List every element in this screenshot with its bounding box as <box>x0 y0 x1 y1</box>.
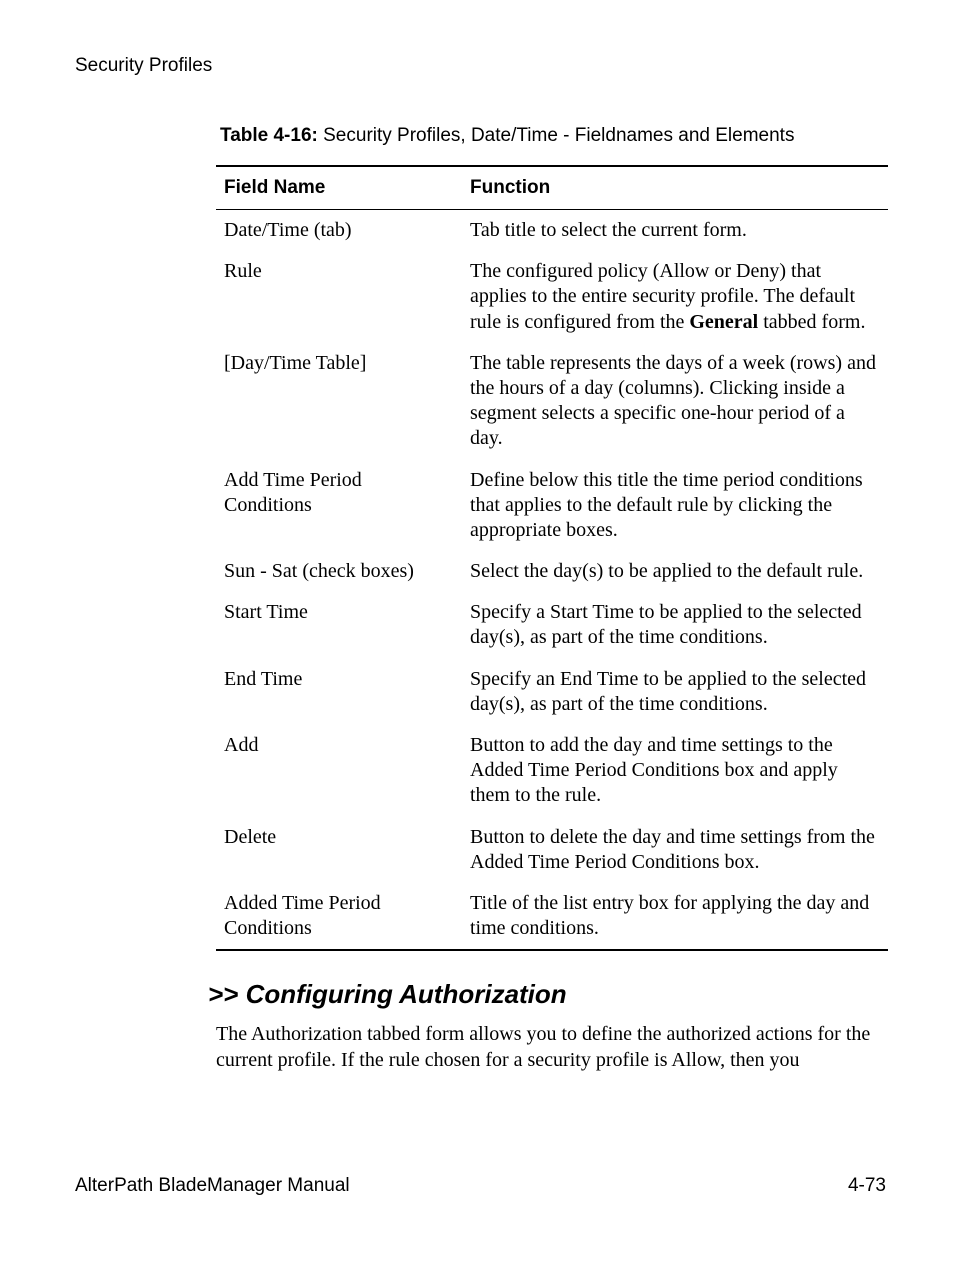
table-row: Add Button to add the day and time setti… <box>216 725 888 817</box>
function-cell: Title of the list entry box for applying… <box>462 883 888 950</box>
function-text-post: tabbed form. <box>758 311 865 333</box>
body-paragraph: The Authorization tabbed form allows you… <box>216 1022 888 1073</box>
function-cell: Button to add the day and time settings … <box>462 725 888 817</box>
table-row: Sun - Sat (check boxes) Select the day(s… <box>216 551 888 592</box>
table-row: Start Time Specify a Start Time to be ap… <box>216 592 888 658</box>
function-cell: Specify an End Time to be applied to the… <box>462 659 888 725</box>
fieldnames-table: Field Name Function Date/Time (tab) Tab … <box>216 165 888 951</box>
column-header-field: Field Name <box>216 166 462 210</box>
field-cell: Add Time Period Conditions <box>216 460 462 552</box>
footer-left: AlterPath BladeManager Manual <box>75 1175 350 1197</box>
table-row: Rule The configured policy (Allow or Den… <box>216 251 888 343</box>
function-cell: The table represents the days of a week … <box>462 343 888 460</box>
field-cell: Sun - Sat (check boxes) <box>216 551 462 592</box>
column-header-function: Function <box>462 166 888 210</box>
table-caption-text: Security Profiles, Date/Time - Fieldname… <box>318 125 795 146</box>
function-cell: The configured policy (Allow or Deny) th… <box>462 251 888 343</box>
table-row: [Day/Time Table] The table represents th… <box>216 343 888 460</box>
table-row: Delete Button to delete the day and time… <box>216 817 888 883</box>
page-footer: AlterPath BladeManager Manual 4-73 <box>75 1175 886 1197</box>
field-cell: Start Time <box>216 592 462 658</box>
field-cell: [Day/Time Table] <box>216 343 462 460</box>
function-cell: Select the day(s) to be applied to the d… <box>462 551 888 592</box>
section-heading: >> Configuring Authorization <box>208 979 888 1010</box>
function-cell: Define below this title the time period … <box>462 460 888 552</box>
table-row: Date/Time (tab) Tab title to select the … <box>216 210 888 252</box>
field-cell: Delete <box>216 817 462 883</box>
table-row: Added Time Period Conditions Title of th… <box>216 883 888 950</box>
table-caption-label: Table 4-16: <box>220 125 318 146</box>
field-cell: Added Time Period Conditions <box>216 883 462 950</box>
page-header: Security Profiles <box>75 55 212 77</box>
function-text-bold: General <box>689 311 758 333</box>
field-cell: Add <box>216 725 462 817</box>
function-cell: Specify a Start Time to be applied to th… <box>462 592 888 658</box>
function-cell: Button to delete the day and time settin… <box>462 817 888 883</box>
table-row: End Time Specify an End Time to be appli… <box>216 659 888 725</box>
field-cell: End Time <box>216 659 462 725</box>
footer-right: 4-73 <box>848 1175 886 1197</box>
field-cell: Rule <box>216 251 462 343</box>
main-content: Table 4-16: Security Profiles, Date/Time… <box>216 125 888 1074</box>
function-cell: Tab title to select the current form. <box>462 210 888 252</box>
table-caption: Table 4-16: Security Profiles, Date/Time… <box>216 125 888 147</box>
field-cell: Date/Time (tab) <box>216 210 462 252</box>
table-row: Add Time Period Conditions Define below … <box>216 460 888 552</box>
